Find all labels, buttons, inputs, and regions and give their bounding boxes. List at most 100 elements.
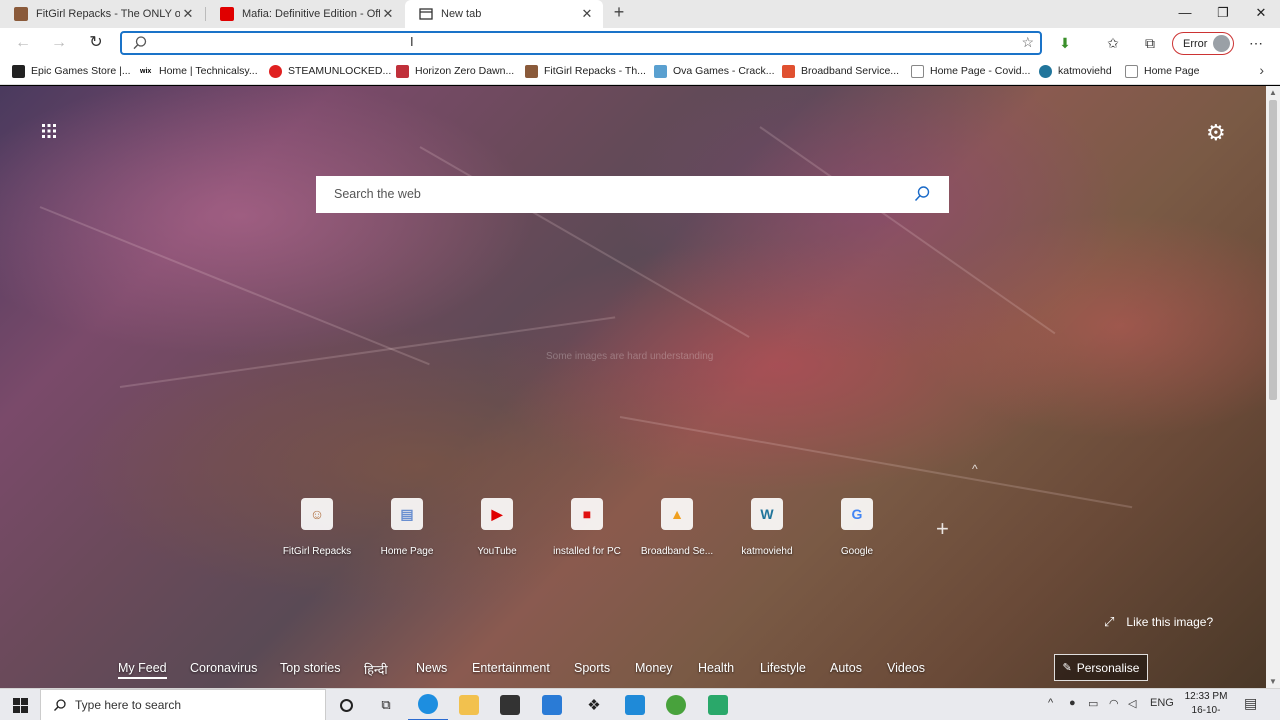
quick-link-installed-for-pc[interactable]: ■ installed for PC — [542, 498, 632, 558]
search-icon[interactable] — [913, 185, 931, 203]
feed-tab-lifestyle[interactable]: Lifestyle — [760, 661, 806, 675]
tab-new-tab[interactable]: New tab ✕ — [405, 0, 603, 28]
clock-time: 12:33 PM — [1184, 691, 1228, 702]
bookmark-label: Home Page — [1144, 65, 1200, 77]
back-button[interactable]: ← — [12, 32, 34, 54]
gear-icon[interactable]: ⚙ — [1206, 120, 1226, 146]
profile-button[interactable]: Error — [1172, 32, 1234, 55]
like-image-button[interactable]: ⤢ Like this image? — [1104, 614, 1213, 630]
feed-tab-autos[interactable]: Autos — [830, 661, 862, 675]
bookmark-steamunlocked[interactable]: STEAMUNLOCKED... — [269, 63, 391, 79]
feed-tab-videos[interactable]: Videos — [887, 661, 925, 675]
bookmark-technicalsy[interactable]: wix Home | Technicalsy... — [140, 63, 258, 79]
broadband-favicon-icon — [782, 64, 795, 78]
restore-button[interactable]: ❐ — [1204, 0, 1242, 28]
task-view-button[interactable]: ⧉ — [366, 689, 406, 720]
bookmark-home-page[interactable]: Home Page — [1125, 63, 1199, 79]
address-bar[interactable]: I ☆ — [120, 31, 1042, 55]
quick-link-google[interactable]: G Google — [812, 498, 902, 558]
taskbar-utorrent[interactable] — [656, 689, 696, 720]
scroll-down-icon[interactable]: ▼ — [1266, 677, 1280, 686]
add-quick-link-button[interactable]: + — [936, 516, 949, 542]
app-game-icon — [708, 695, 728, 715]
microphone-icon[interactable]: ● — [1069, 697, 1076, 709]
page-scrollbar[interactable]: ▲ ▼ — [1266, 86, 1280, 688]
battery-icon[interactable]: ▭ — [1088, 697, 1098, 710]
chevron-up-icon[interactable]: ^ — [1048, 697, 1053, 709]
feed-tab-top-stories[interactable]: Top stories — [280, 661, 340, 675]
feed-tab-hindi[interactable]: हिन्दी — [364, 661, 388, 678]
quick-link-home-page[interactable]: ▤ Home Page — [362, 498, 452, 558]
chevron-up-icon[interactable]: ^ — [972, 462, 978, 476]
feed-tab-news[interactable]: News — [416, 661, 447, 675]
bookmark-katmoviehd[interactable]: katmoviehd — [1039, 63, 1112, 79]
bookmark-horizon[interactable]: Horizon Zero Dawn... — [396, 63, 514, 79]
personalise-button[interactable]: ✎ Personalise — [1054, 654, 1148, 681]
bookmark-label: katmoviehd — [1058, 65, 1112, 77]
quick-link-label: Google — [840, 546, 874, 557]
language-indicator[interactable]: ENG — [1150, 697, 1174, 709]
epic-favicon-icon — [12, 64, 25, 78]
collections-icon[interactable]: ⧉ — [1140, 33, 1160, 53]
web-search-box[interactable]: Search the web — [316, 176, 949, 213]
bookmark-label: Home Page - Covid... — [930, 65, 1031, 77]
taskbar-app-blue[interactable] — [615, 689, 655, 720]
quick-link-broadband[interactable]: ▲ Broadband Se... — [632, 498, 722, 558]
bookmark-fitgirl[interactable]: FitGirl Repacks - Th... — [525, 63, 646, 79]
wifi-icon[interactable]: ◠ — [1109, 697, 1119, 710]
refresh-button[interactable]: ↻ — [85, 32, 107, 54]
start-button[interactable] — [0, 689, 40, 720]
feed-tab-money[interactable]: Money — [635, 661, 673, 675]
feed-tab-coronavirus[interactable]: Coronavirus — [190, 661, 257, 675]
taskbar-mail[interactable] — [532, 689, 572, 720]
quick-link-katmoviehd[interactable]: W katmoviehd — [722, 498, 812, 558]
ova-favicon-icon — [654, 64, 667, 78]
scrollbar-thumb[interactable] — [1269, 100, 1277, 400]
favorite-star-icon[interactable]: ☆ — [1021, 34, 1034, 51]
tab-title: FitGirl Repacks - The ONLY offici — [36, 8, 180, 20]
taskbar-store[interactable] — [490, 689, 530, 720]
new-tab-button[interactable]: + — [608, 2, 630, 24]
feed-tab-my-feed[interactable]: My Feed — [118, 661, 167, 679]
tab-fitgirl[interactable]: FitGirl Repacks - The ONLY offici ✕ — [0, 0, 204, 28]
wordpress-favicon-icon — [1039, 64, 1052, 78]
download-extension-icon[interactable]: ⬇ — [1055, 33, 1075, 53]
close-window-button[interactable]: ✕ — [1242, 0, 1280, 28]
quick-link-fitgirl[interactable]: ☺ FitGirl Repacks — [272, 498, 362, 558]
forward-button[interactable]: → — [48, 32, 70, 54]
more-menu-icon[interactable]: ⋯ — [1246, 33, 1266, 53]
feed-tab-sports[interactable]: Sports — [574, 661, 610, 675]
apps-grid-icon[interactable] — [41, 123, 57, 139]
quick-link-label: katmoviehd — [741, 546, 793, 557]
notification-icon[interactable]: ▤ — [1244, 695, 1257, 712]
chevron-right-icon[interactable]: › — [1259, 62, 1264, 78]
bookmark-covid[interactable]: Home Page - Covid... — [911, 63, 1030, 79]
scroll-up-icon[interactable]: ▲ — [1266, 88, 1280, 97]
taskbar-app-green[interactable] — [698, 689, 738, 720]
bookmark-ova[interactable]: Ova Games - Crack... — [654, 63, 775, 79]
feed-tab-entertainment[interactable]: Entertainment — [472, 661, 550, 675]
page-favicon-icon — [1125, 64, 1138, 78]
feed-tab-health[interactable]: Health — [698, 661, 734, 675]
system-clock[interactable]: 12:33 PM 16-10-2020 — [1184, 690, 1228, 720]
taskbar-dropbox[interactable]: ❖ — [574, 689, 614, 720]
favorites-icon[interactable]: ✩ — [1103, 33, 1123, 53]
close-tab-icon[interactable]: ✕ — [579, 6, 595, 22]
quick-link-youtube[interactable]: ▶ YouTube — [452, 498, 542, 558]
wix-favicon-icon: wix — [140, 64, 153, 78]
google-favicon-icon: G — [841, 498, 873, 530]
taskbar-edge[interactable] — [408, 689, 448, 720]
tab-mafia[interactable]: Mafia: Definitive Edition - Officia ✕ — [206, 0, 404, 28]
wordpress-favicon-icon: W — [751, 498, 783, 530]
taskbar-search[interactable]: Type here to search — [40, 689, 326, 720]
close-tab-icon[interactable]: ✕ — [180, 6, 196, 22]
taskbar-search-placeholder: Type here to search — [75, 698, 182, 712]
close-tab-icon[interactable]: ✕ — [380, 6, 396, 22]
taskbar-file-explorer[interactable] — [449, 689, 489, 720]
cortana-button[interactable] — [326, 689, 366, 720]
volume-icon[interactable]: ◁ — [1128, 697, 1136, 710]
bookmark-epic[interactable]: Epic Games Store |... — [12, 63, 131, 79]
bookmark-broadband[interactable]: Broadband Service... — [782, 63, 899, 79]
bookmark-label: Home | Technicalsy... — [159, 65, 258, 77]
minimize-button[interactable]: — — [1166, 0, 1204, 28]
